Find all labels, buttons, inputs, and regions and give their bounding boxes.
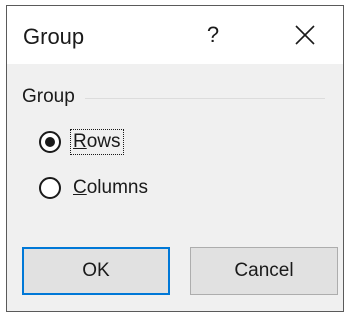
columns-radio-option[interactable]: Columns xyxy=(39,177,149,199)
rows-radio-option[interactable]: Rows xyxy=(39,129,124,155)
group-dialog: Group ? Group Rows Columns OK Cancel xyxy=(6,5,344,312)
columns-radio-label[interactable]: Columns xyxy=(72,177,149,199)
rows-label-rest: ows xyxy=(86,131,121,152)
group-box-divider xyxy=(85,98,325,99)
radio-checked-icon[interactable] xyxy=(39,131,61,153)
columns-access-key: C xyxy=(73,177,87,198)
dialog-title: Group xyxy=(23,24,85,49)
dialog-titlebar: Group ? xyxy=(7,6,343,64)
close-button[interactable] xyxy=(283,14,327,56)
group-box-label: Group xyxy=(22,86,75,107)
rows-access-key: R xyxy=(73,131,87,152)
help-button[interactable]: ? xyxy=(193,14,233,56)
rows-radio-label[interactable]: Rows xyxy=(70,129,124,155)
radio-unchecked-icon[interactable] xyxy=(39,177,61,199)
screen: Group ? Group Rows Columns OK Cancel xyxy=(0,0,350,317)
ok-button[interactable]: OK xyxy=(22,247,170,295)
cancel-button[interactable]: Cancel xyxy=(190,247,338,295)
close-icon xyxy=(295,25,315,45)
columns-label-rest: olumns xyxy=(86,177,148,198)
